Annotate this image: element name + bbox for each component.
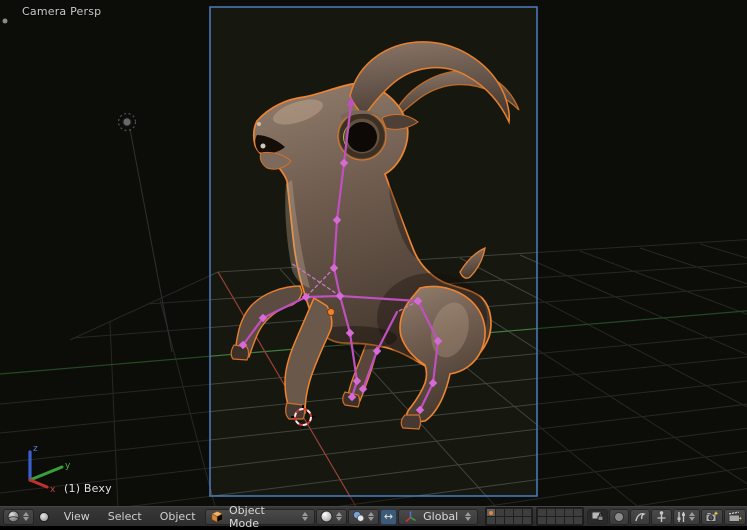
axes-icon <box>405 511 417 523</box>
layer-cell[interactable] <box>514 509 522 516</box>
orientation-dropdown-label: Global <box>423 510 459 523</box>
layer-cell[interactable] <box>556 517 564 524</box>
snap-button[interactable] <box>651 508 672 525</box>
3d-viewport[interactable]: z y x Camera Persp (1) Bexy <box>0 0 747 506</box>
opengl-render-animation-button[interactable] <box>724 508 746 525</box>
orientation-dropdown[interactable]: Global <box>398 508 479 525</box>
menu-view[interactable]: View <box>55 510 99 523</box>
object-mode-cube-icon <box>210 510 223 523</box>
editor-type-button[interactable] <box>3 508 34 525</box>
front-planted-leg <box>284 296 333 414</box>
stepper-arrows <box>301 511 309 523</box>
manipulator-toggle[interactable]: ↔ <box>379 508 398 525</box>
menu-select[interactable]: Select <box>99 510 151 523</box>
layer-group <box>485 507 533 526</box>
proportional-falloff-button[interactable] <box>630 508 650 525</box>
translate-manipulator-icon: ↔ <box>383 510 394 523</box>
layer-cell[interactable] <box>538 509 546 516</box>
gizmo-z-label: z <box>33 444 38 454</box>
layer-cell[interactable] <box>547 517 555 524</box>
layer-cell[interactable] <box>556 509 564 516</box>
scene-lock-button[interactable] <box>587 508 608 525</box>
layer-cell[interactable] <box>547 509 555 516</box>
stepper-arrows <box>335 511 343 523</box>
layer-cell[interactable] <box>574 509 582 516</box>
layer-cell[interactable] <box>565 509 573 516</box>
layer-cell[interactable] <box>487 509 495 516</box>
viewport-shading-sphere-icon <box>320 510 333 523</box>
stepper-arrows <box>464 511 472 523</box>
proportional-editing-button[interactable] <box>609 508 629 525</box>
object-origin-dot <box>327 308 335 316</box>
scene-lock-icon <box>591 511 604 521</box>
layer-cell[interactable] <box>505 517 513 524</box>
gizmo-y-label: y <box>65 461 71 471</box>
snap-element-dropdown[interactable] <box>673 508 700 525</box>
layer-cell[interactable] <box>523 509 531 516</box>
3d-view-editor-icon <box>7 510 20 523</box>
menu-collapse-toggle[interactable] <box>39 511 49 522</box>
pivot-point-icon <box>352 511 365 522</box>
layer-cell[interactable] <box>514 517 522 524</box>
stepper-arrows <box>688 511 696 523</box>
opengl-render-clapper-icon <box>728 510 742 522</box>
header-collapse-dot[interactable] <box>2 18 8 24</box>
raised-front-hoof <box>230 344 250 361</box>
layer-cell[interactable] <box>505 509 513 516</box>
mode-dropdown[interactable]: Object Mode <box>204 504 315 530</box>
ear <box>381 114 419 130</box>
snap-icon <box>657 510 666 522</box>
falloff-curve-icon <box>635 512 646 521</box>
goat-mesh[interactable] <box>230 41 520 430</box>
layer-cell[interactable] <box>496 509 504 516</box>
layer-cell[interactable] <box>496 517 504 524</box>
shading-dropdown[interactable] <box>315 508 347 525</box>
layer-cell[interactable] <box>487 517 495 524</box>
snap-element-icon <box>677 511 685 522</box>
active-object-label: (1) Bexy <box>64 482 112 495</box>
rear-near-hoof <box>400 414 422 430</box>
layer-group <box>536 507 584 526</box>
layer-cell[interactable] <box>538 517 546 524</box>
layer-cell[interactable] <box>523 517 531 524</box>
layer-cell[interactable] <box>574 517 582 524</box>
tail <box>459 246 486 279</box>
view-name-label: Camera Persp <box>22 5 102 18</box>
opengl-render-image-button[interactable] <box>701 508 723 525</box>
viewport-header: View Select Object Object Mode ↔ Global <box>0 504 747 530</box>
pivot-point-dropdown[interactable] <box>347 508 379 525</box>
gizmo-x-label: x <box>50 485 56 495</box>
proportional-editing-icon <box>614 511 624 522</box>
viewport-canvas[interactable]: z y x <box>0 0 747 506</box>
layer-cell[interactable] <box>565 517 573 524</box>
stepper-arrows <box>367 511 375 523</box>
opengl-render-camera-icon <box>705 511 719 522</box>
menu-object[interactable]: Object <box>151 510 205 523</box>
stepper-arrows <box>22 511 30 523</box>
